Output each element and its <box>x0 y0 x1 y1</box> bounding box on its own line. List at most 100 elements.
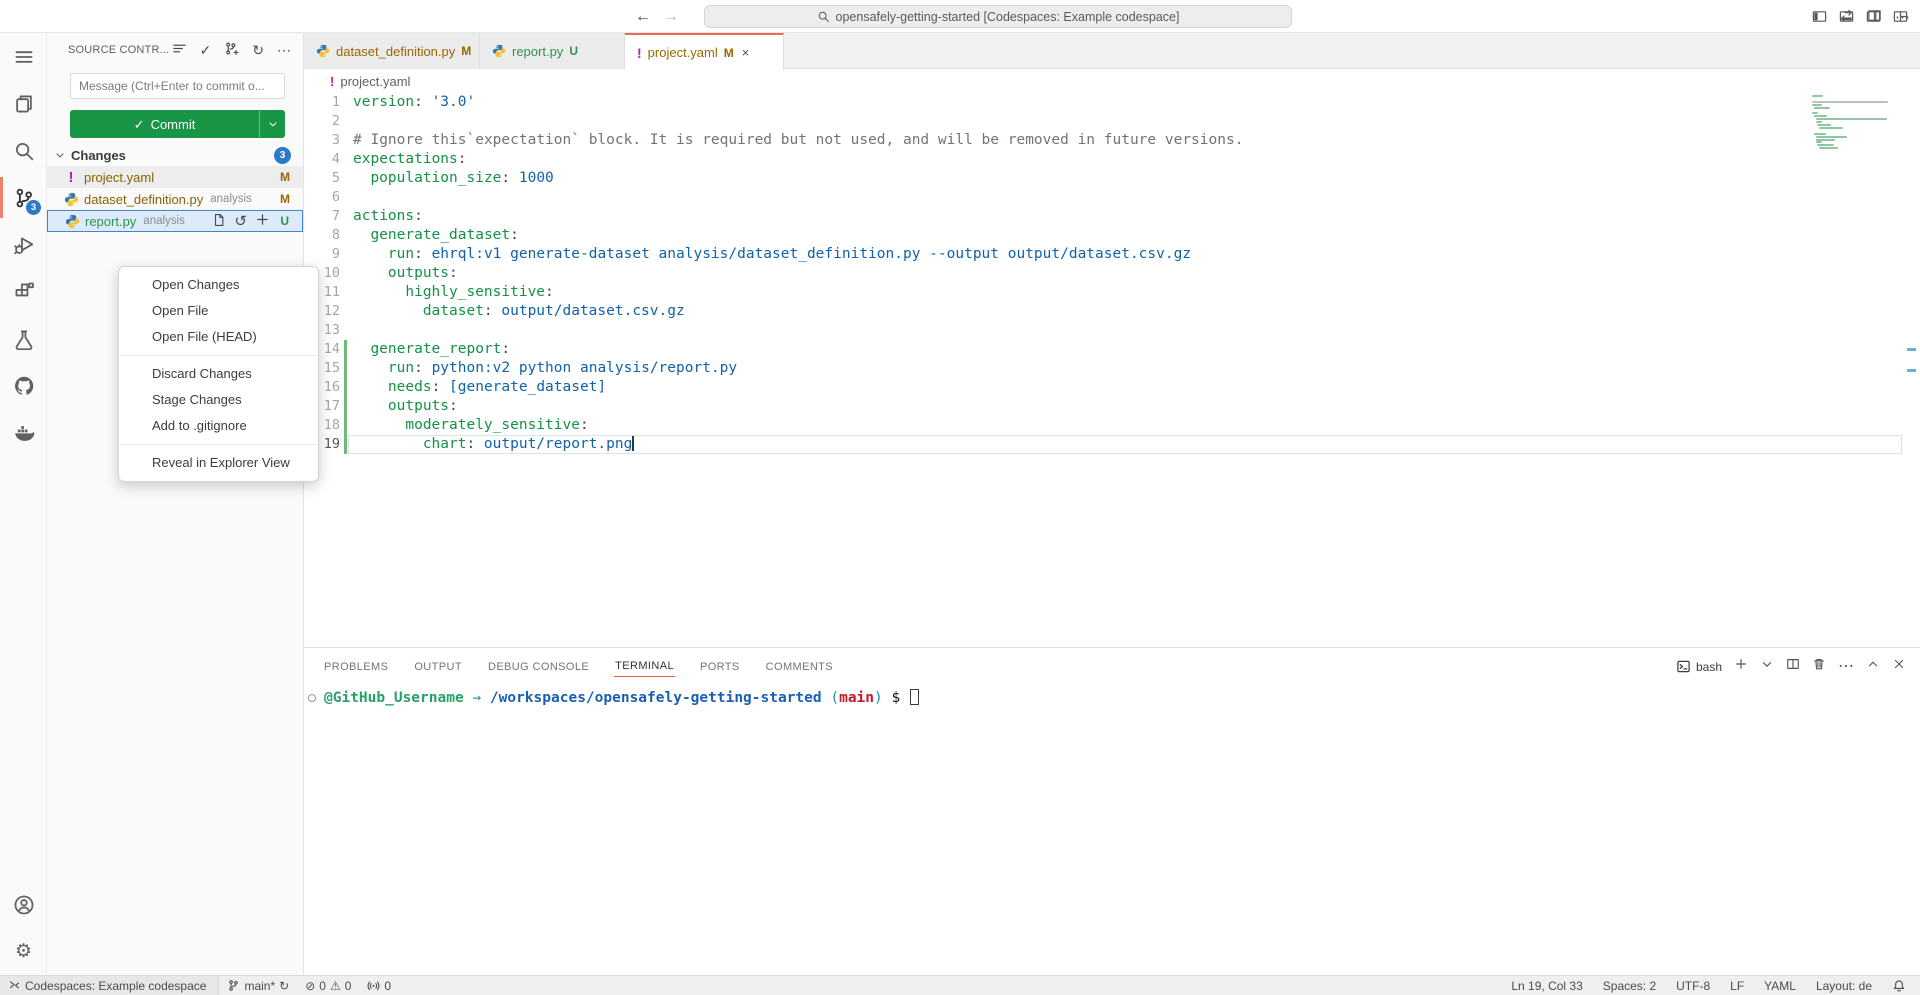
code-line-17[interactable]: 17outputs: <box>304 397 1920 416</box>
code-line-6[interactable]: 6 <box>304 188 1920 207</box>
activity-bar-run-and-debug[interactable] <box>0 221 47 268</box>
status-yaml[interactable]: YAML <box>1756 979 1804 993</box>
commit-message-input[interactable]: Message (Ctrl+Enter to commit o... <box>70 73 285 99</box>
code-line-19[interactable]: 19chart: output/report.png <box>304 435 1920 454</box>
new-terminal-button[interactable] <box>1734 657 1748 676</box>
changes-section-header[interactable]: Changes 3 <box>47 144 303 166</box>
panel-tab-debug-console[interactable]: DEBUG CONSOLE <box>487 657 590 677</box>
code-line-2[interactable]: 2 <box>304 112 1920 131</box>
code-line-15[interactable]: 15run: python:v2 python analysis/report.… <box>304 359 1920 378</box>
commit-button[interactable]: ✓ Commit <box>70 110 285 138</box>
problems-status[interactable]: ⊘ 0 ⚠ 0 <box>297 976 359 995</box>
activity-bar-explorer[interactable] <box>0 80 47 127</box>
code-line-7[interactable]: 7actions: <box>304 207 1920 226</box>
status-lf[interactable]: LF <box>1722 979 1752 993</box>
code-line-4[interactable]: 4expectations: <box>304 150 1920 169</box>
split-editor-button[interactable] <box>1867 8 1882 28</box>
status-utf-8[interactable]: UTF-8 <box>1668 979 1718 993</box>
shell-selector[interactable]: bash <box>1676 659 1722 674</box>
code-line-11[interactable]: 11highly_sensitive: <box>304 283 1920 302</box>
code-line-5[interactable]: 5population_size: 1000 <box>304 169 1920 188</box>
search-icon <box>817 10 830 23</box>
activity-bar-source-control[interactable]: 3 <box>0 174 47 221</box>
more-button[interactable]: ⋯ <box>1895 9 1910 27</box>
activity-bar-settings[interactable]: ⚙ <box>0 928 47 975</box>
bell-icon[interactable] <box>1884 979 1914 993</box>
activity-bar-search[interactable] <box>0 127 47 174</box>
changes-count-badge: 3 <box>274 147 291 164</box>
commit-check-button[interactable]: ✓ <box>200 42 212 58</box>
close-panel-button[interactable] <box>1892 657 1906 676</box>
activity-bar-github[interactable] <box>0 362 47 409</box>
close-icon[interactable]: × <box>742 45 750 60</box>
code-line-18[interactable]: 18moderately_sensitive: <box>304 416 1920 435</box>
tab-project.yaml[interactable]: !project.yamlM× <box>625 33 784 70</box>
code-line-10[interactable]: 10outputs: <box>304 264 1920 283</box>
panel-tab-output[interactable]: OUTPUT <box>413 657 463 677</box>
view-sort-button[interactable] <box>172 41 187 59</box>
menu-item-open-file-head-[interactable]: Open File (HEAD) <box>119 324 318 350</box>
activity-bar-testing[interactable] <box>0 315 47 362</box>
panel-tab-comments[interactable]: COMMENTS <box>765 657 834 677</box>
discard-changes-button[interactable]: ↺ <box>234 214 247 229</box>
tab-report.py[interactable]: report.pyU <box>480 33 625 69</box>
kill-terminal-button[interactable] <box>1812 657 1826 676</box>
minimap[interactable] <box>1812 93 1896 153</box>
menu-item-stage-changes[interactable]: Stage Changes <box>119 387 318 413</box>
code-line-16[interactable]: 16needs: [generate_dataset] <box>304 378 1920 397</box>
activity-bar-docker[interactable] <box>0 409 47 456</box>
status-ln[interactable]: Ln 19, Col 33 <box>1503 979 1590 993</box>
menu-item-reveal-in-explorer-view[interactable]: Reveal in Explorer View <box>119 450 318 476</box>
panel-tab-ports[interactable]: PORTS <box>699 657 741 677</box>
code-line-3[interactable]: 3# Ignore this`expectation` block. It is… <box>304 131 1920 150</box>
scm-file-project.yaml[interactable]: !project.yamlM <box>47 166 303 188</box>
forward-icon[interactable]: → <box>660 6 682 28</box>
status-spaces[interactable]: Spaces: 2 <box>1595 979 1664 993</box>
scm-file-dataset_definition.py[interactable]: dataset_definition.pyanalysisM <box>47 188 303 210</box>
code-line-14[interactable]: 14generate_report: <box>304 340 1920 359</box>
python-icon <box>64 214 80 229</box>
layout-left[interactable] <box>1812 9 1827 29</box>
code-line-8[interactable]: 8generate_dataset: <box>304 226 1920 245</box>
code-line-13[interactable]: 13 <box>304 321 1920 340</box>
branch-status[interactable]: main* ↻ <box>219 976 297 995</box>
menu-item-discard-changes[interactable]: Discard Changes <box>119 361 318 387</box>
stage-changes-button[interactable] <box>255 212 270 230</box>
menu-item-open-file[interactable]: Open File <box>119 298 318 324</box>
back-icon[interactable]: ← <box>632 6 654 28</box>
panel-tab-problems[interactable]: PROBLEMS <box>323 657 389 677</box>
activity-bar-accounts[interactable] <box>0 881 47 928</box>
status-layout[interactable]: Layout: de <box>1808 979 1880 993</box>
editor-pane[interactable]: 1version: '3.0'23# Ignore this`expectati… <box>304 93 1920 647</box>
split-terminal-button[interactable] <box>1786 657 1800 676</box>
open-file-button[interactable] <box>212 213 226 230</box>
commit-dropdown[interactable] <box>260 110 285 138</box>
python-icon <box>492 44 506 58</box>
open-changes-button[interactable] <box>1839 8 1854 28</box>
command-center-search[interactable]: opensafely-getting-started [Codespaces: … <box>704 5 1292 28</box>
activity-bar-extensions[interactable] <box>0 268 47 315</box>
commit-button-main[interactable]: ✓ Commit <box>70 110 260 138</box>
breadcrumb-item[interactable]: project.yaml <box>340 74 410 89</box>
files-icon <box>13 93 35 115</box>
launch-profile-button[interactable] <box>1760 657 1774 676</box>
remote-indicator[interactable]: Codespaces: Example codespace <box>0 976 219 995</box>
code-line-12[interactable]: 12dataset: output/dataset.csv.gz <box>304 302 1920 321</box>
menu-item-open-changes[interactable]: Open Changes <box>119 272 318 298</box>
tab-dataset_definition.py[interactable]: dataset_definition.pyM <box>304 33 480 69</box>
more-button[interactable]: ⋯ <box>1838 658 1854 676</box>
menu-item-add-to-gitignore[interactable]: Add to .gitignore <box>119 413 318 439</box>
code-line-1[interactable]: 1version: '3.0' <box>304 93 1920 112</box>
code-line-9[interactable]: 9run: ehrql:v1 generate-dataset analysis… <box>304 245 1920 264</box>
terminal[interactable]: @GitHub_Username → /workspaces/opensafel… <box>324 689 919 706</box>
activity-bar-menu[interactable] <box>0 33 47 80</box>
more-button[interactable]: ⋯ <box>277 42 291 58</box>
ports-status[interactable]: 0 <box>359 976 399 995</box>
scm-file-report.py[interactable]: report.pyanalysis↺U <box>47 210 303 232</box>
create-branch-button[interactable] <box>224 41 239 59</box>
refresh-button[interactable]: ↻ <box>252 42 264 58</box>
panel-tab-terminal[interactable]: TERMINAL <box>614 656 675 677</box>
breadcrumb[interactable]: ! project.yaml <box>304 69 1920 93</box>
remote-label: Codespaces: Example codespace <box>25 979 206 993</box>
maximize-panel-button[interactable] <box>1866 657 1880 676</box>
